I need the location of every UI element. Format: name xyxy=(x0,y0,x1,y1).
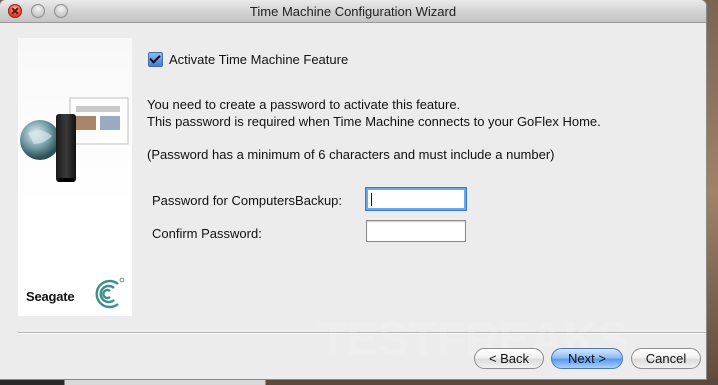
wizard-sidebar: Seagate xyxy=(18,38,132,316)
title-bar[interactable]: Time Machine Configuration Wizard xyxy=(0,0,706,23)
desktop-background xyxy=(704,0,718,385)
activate-time-machine-row[interactable]: Activate Time Machine Feature xyxy=(148,52,348,67)
next-button[interactable]: Next > xyxy=(551,348,623,369)
desktop-dock-strip xyxy=(0,379,718,385)
cancel-button[interactable]: Cancel xyxy=(631,348,701,369)
confirm-password-field[interactable] xyxy=(366,220,466,242)
seagate-wordmark: Seagate xyxy=(26,289,75,304)
seagate-branding: Seagate xyxy=(22,276,130,312)
password-field[interactable] xyxy=(366,188,466,210)
seagate-logo-icon xyxy=(95,277,125,309)
back-button[interactable]: < Back xyxy=(474,348,544,369)
password-label: Password for ComputersBackup: xyxy=(152,193,343,208)
instruction-text-2: This password is required when Time Mach… xyxy=(147,114,601,129)
activate-time-machine-label[interactable]: Activate Time Machine Feature xyxy=(169,52,348,67)
confirm-password-label: Confirm Password: xyxy=(152,226,262,241)
password-requirements-note: (Password has a minimum of 6 characters … xyxy=(147,147,555,162)
instruction-text-1: You need to create a password to activat… xyxy=(147,97,461,112)
time-machine-drive-illustration xyxy=(20,97,129,182)
window-title: Time Machine Configuration Wizard xyxy=(249,4,457,19)
activate-time-machine-checkbox[interactable] xyxy=(148,52,163,67)
wizard-window: Time Machine Configuration Wizard Seagat… xyxy=(0,0,706,379)
